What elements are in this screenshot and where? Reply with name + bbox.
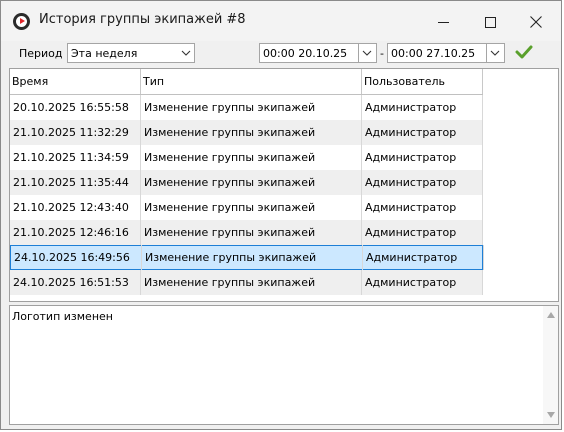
table-row[interactable]: 21.10.2025 12:46:16 Изменение группы эки… xyxy=(10,220,483,245)
column-header-type[interactable]: Тип xyxy=(141,69,362,94)
date-from-dropdown-button[interactable] xyxy=(358,44,376,62)
cell-time: 21.10.2025 11:32:29 xyxy=(10,120,141,145)
history-window: История группы экипажей #8 Период Эта не… xyxy=(0,0,562,430)
cell-user: Администратор xyxy=(363,245,484,270)
cell-type: Изменение группы экипажей xyxy=(141,195,362,220)
close-icon xyxy=(530,16,542,28)
cell-user: Администратор xyxy=(362,270,483,295)
column-header-time[interactable]: Время xyxy=(10,69,141,94)
minimize-button[interactable] xyxy=(421,1,467,41)
table-row[interactable]: 21.10.2025 11:34:59 Изменение группы эки… xyxy=(10,145,483,170)
cell-type: Изменение группы экипажей xyxy=(141,170,362,195)
cell-user: Администратор xyxy=(362,170,483,195)
cell-user: Администратор xyxy=(362,95,483,120)
cell-type: Изменение группы экипажей xyxy=(141,270,362,295)
cell-type: Изменение группы экипажей xyxy=(141,220,362,245)
cell-time: 24.10.2025 16:49:56 xyxy=(11,245,142,270)
cell-user: Администратор xyxy=(362,195,483,220)
cell-user: Администратор xyxy=(362,220,483,245)
apply-filter-button[interactable] xyxy=(515,44,535,62)
history-table[interactable]: Время Тип Пользователь 20.10.2025 16:55:… xyxy=(9,68,559,302)
filter-toolbar: Период Эта неделя 00:00 20.10.25 - 00:00… xyxy=(1,41,561,67)
period-select-value: Эта неделя xyxy=(71,47,138,60)
table-row[interactable]: 21.10.2025 12:43:40 Изменение группы эки… xyxy=(10,195,483,220)
column-header-user[interactable]: Пользователь xyxy=(362,69,483,94)
cell-time: 20.10.2025 16:55:58 xyxy=(10,95,141,120)
cell-type: Изменение группы экипажей xyxy=(141,120,362,145)
cell-type: Изменение группы экипажей xyxy=(141,145,362,170)
cell-time: 21.10.2025 12:43:40 xyxy=(10,195,141,220)
date-to-value: 00:00 27.10.25 xyxy=(391,47,476,60)
date-to-dropdown-button[interactable] xyxy=(486,44,504,62)
window-title: История группы экипажей #8 xyxy=(39,12,246,27)
cell-type: Изменение группы экипажей xyxy=(141,95,362,120)
cell-user: Администратор xyxy=(362,120,483,145)
table-header: Время Тип Пользователь xyxy=(10,69,483,95)
cell-time: 24.10.2025 16:51:53 xyxy=(10,270,141,295)
period-label: Период xyxy=(19,47,63,60)
chevron-down-icon xyxy=(362,50,372,56)
table-row[interactable]: 24.10.2025 16:51:53 Изменение группы эки… xyxy=(10,270,483,295)
details-scrollbar[interactable] xyxy=(543,306,558,424)
details-memo[interactable]: Логотип изменен xyxy=(9,305,559,425)
cell-user: Администратор xyxy=(362,145,483,170)
cell-time: 21.10.2025 11:34:59 xyxy=(10,145,141,170)
cell-time: 21.10.2025 11:35:44 xyxy=(10,170,141,195)
date-range-separator: - xyxy=(380,47,384,60)
chevron-down-icon xyxy=(490,50,500,56)
chevron-down-icon xyxy=(181,50,191,56)
cell-time: 21.10.2025 12:46:16 xyxy=(10,220,141,245)
maximize-button[interactable] xyxy=(467,1,513,41)
title-bar[interactable]: История группы экипажей #8 xyxy=(1,1,561,41)
scroll-down-icon[interactable] xyxy=(547,412,555,418)
scroll-up-icon[interactable] xyxy=(547,312,555,318)
app-logo-icon xyxy=(13,13,30,30)
date-from-field[interactable]: 00:00 20.10.25 xyxy=(259,43,377,63)
table-row[interactable]: 20.10.2025 16:55:58 Изменение группы эки… xyxy=(10,95,483,120)
table-row[interactable]: 21.10.2025 11:32:29 Изменение группы эки… xyxy=(10,120,483,145)
cell-type: Изменение группы экипажей xyxy=(142,245,363,270)
date-to-field[interactable]: 00:00 27.10.25 xyxy=(387,43,505,63)
checkmark-icon xyxy=(515,45,533,59)
table-row[interactable]: 21.10.2025 11:35:44 Изменение группы эки… xyxy=(10,170,483,195)
close-button[interactable] xyxy=(513,1,559,41)
date-from-value: 00:00 20.10.25 xyxy=(263,47,348,60)
period-select[interactable]: Эта неделя xyxy=(67,43,195,63)
table-row-selected[interactable]: 24.10.2025 16:49:56 Изменение группы эки… xyxy=(10,245,484,270)
details-text: Логотип изменен xyxy=(12,310,113,323)
